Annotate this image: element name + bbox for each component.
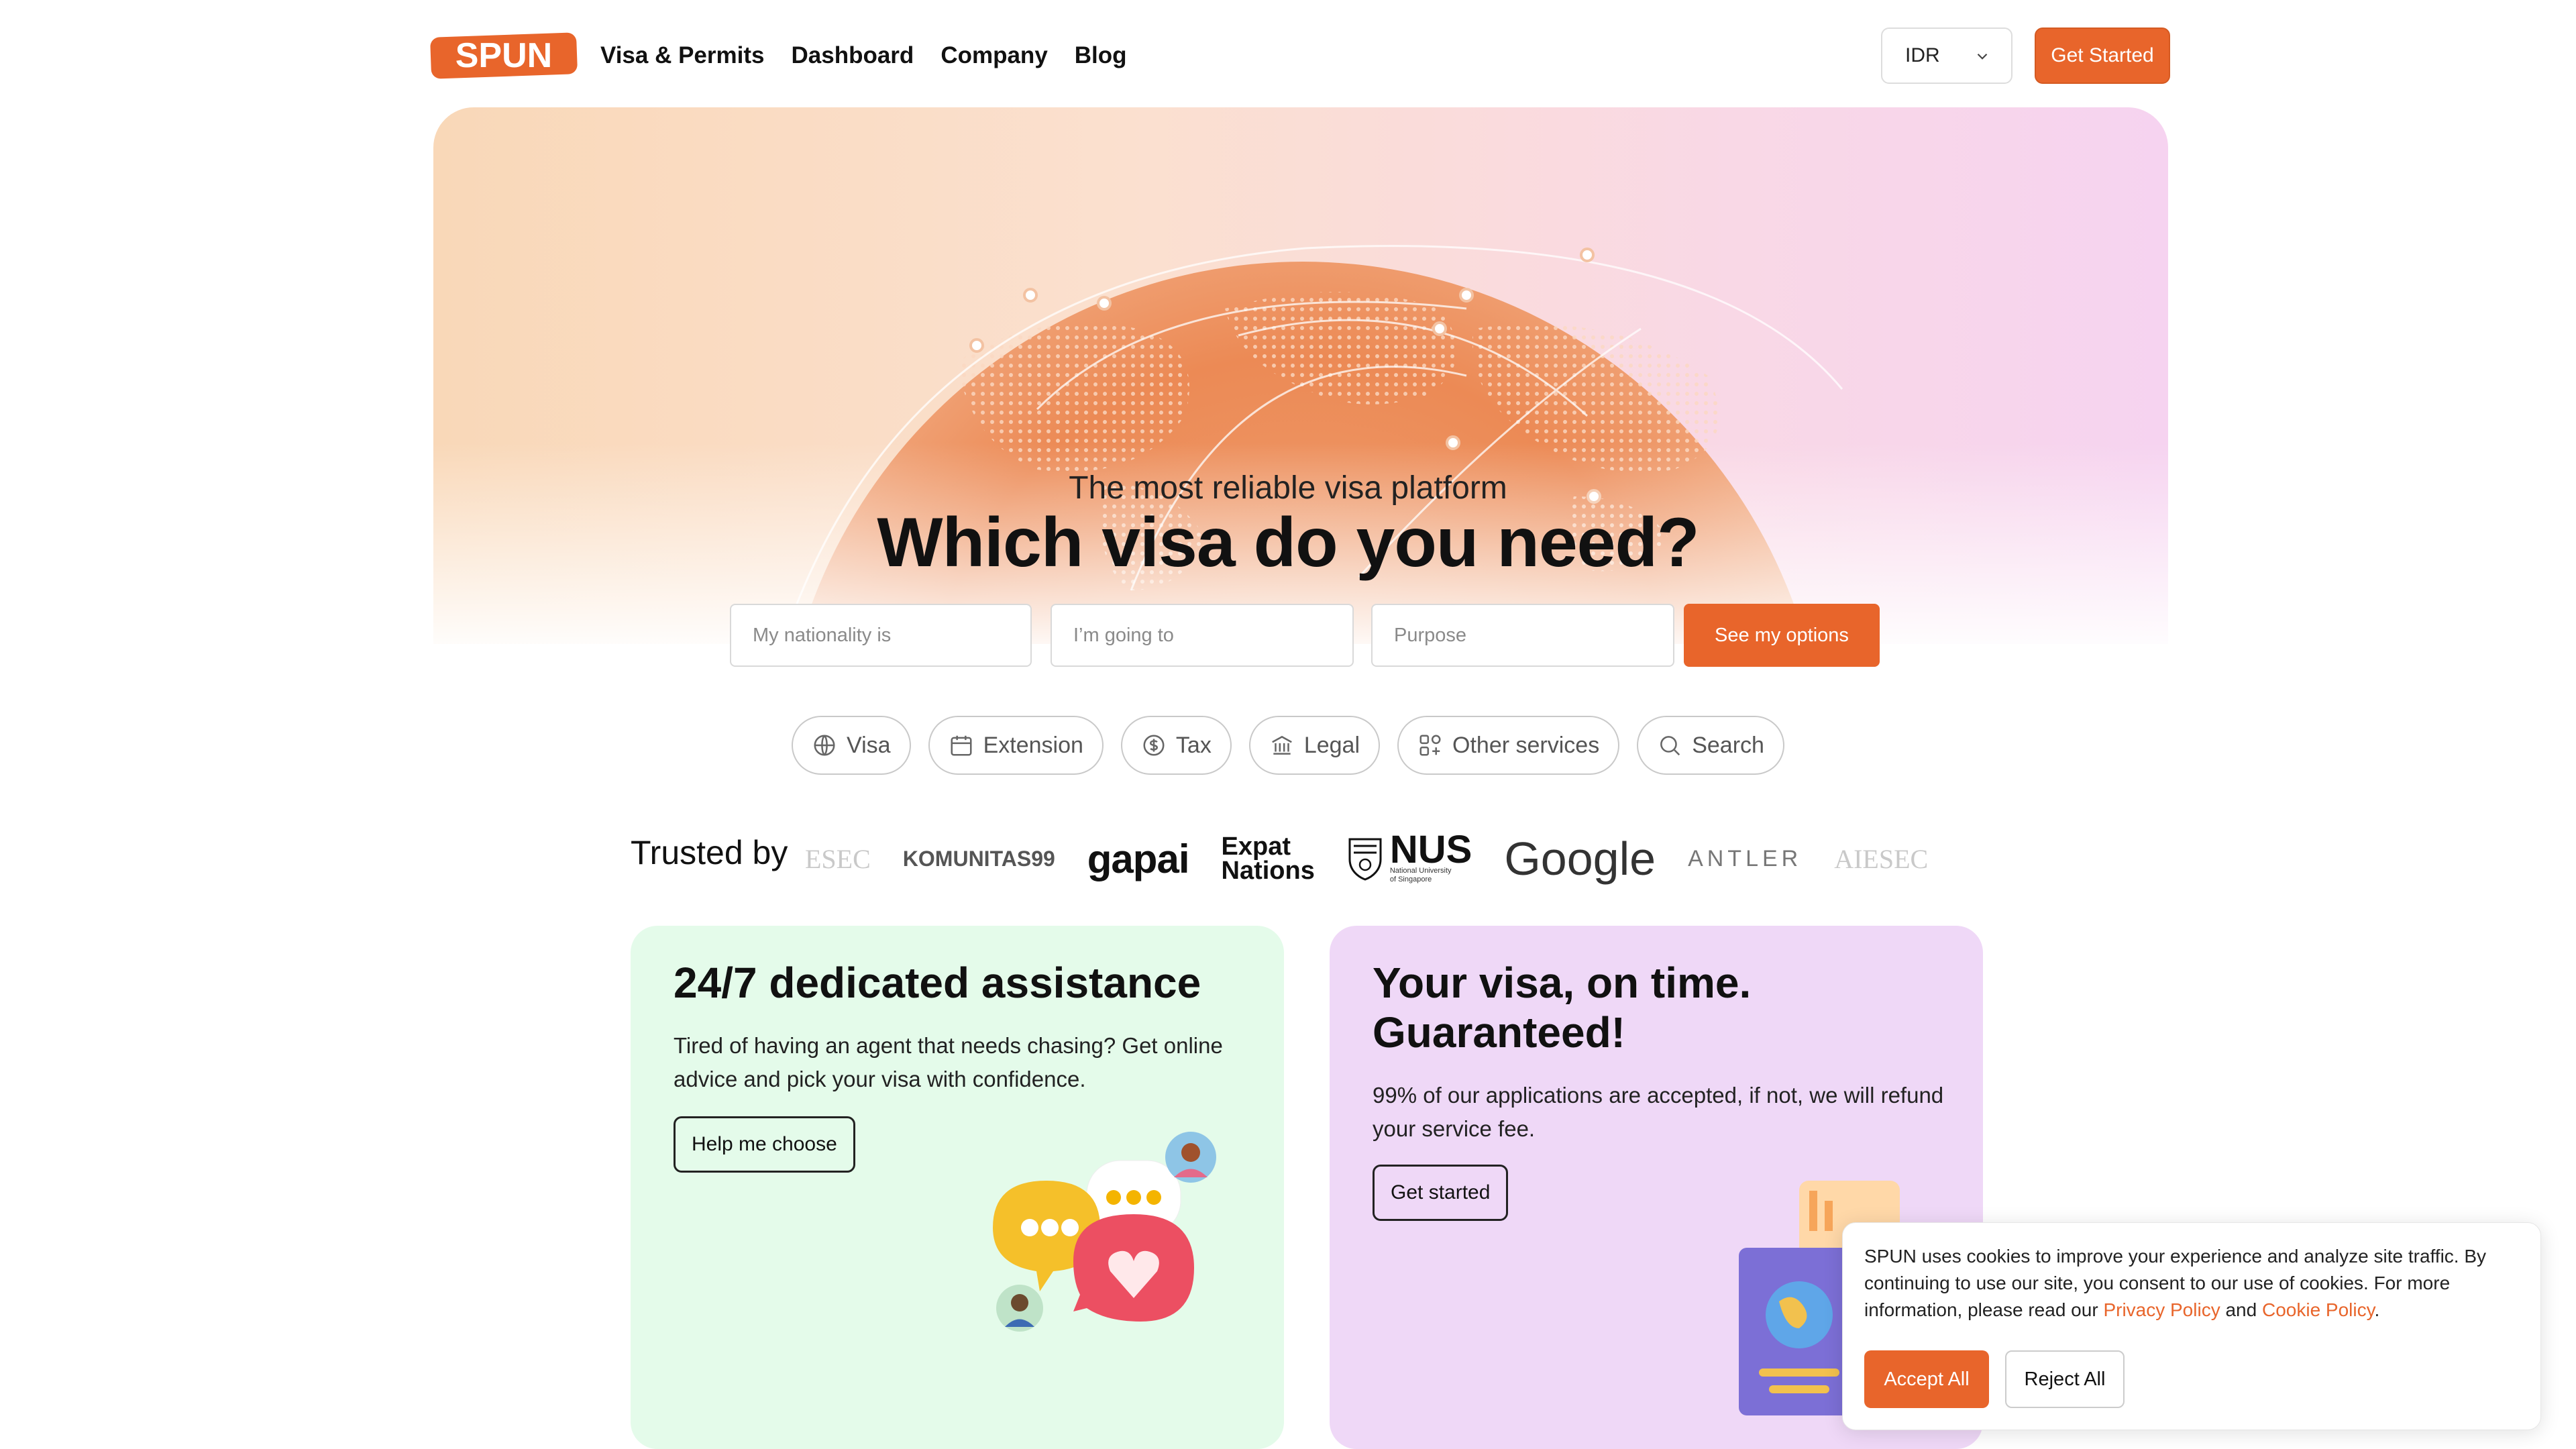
globe-icon: [814, 735, 835, 756]
nav-blog[interactable]: Blog: [1075, 42, 1127, 69]
logo-esec: ESEC: [805, 843, 871, 874]
logo-google: Google: [1504, 833, 1656, 885]
trusted-by-section: Trusted by ESEC KOMUNITAS99 gapai Expat …: [631, 825, 1972, 892]
spun-logo[interactable]: SPUN: [429, 31, 578, 79]
top-nav: SPUN Visa & Permits Dashboard Company Bl…: [429, 25, 2170, 86]
chat-bubbles-illustration: [993, 1132, 1216, 1332]
calendar-icon: [951, 735, 972, 756]
partner-logos: ESEC KOMUNITAS99 gapai Expat Nations NUS…: [805, 825, 1939, 892]
pill-label: Extension: [983, 732, 1083, 758]
cookie-period: .: [2374, 1299, 2380, 1320]
nationality-input[interactable]: [751, 623, 1030, 647]
nav-visa-permits[interactable]: Visa & Permits: [600, 42, 765, 69]
nationality-field[interactable]: [730, 604, 1032, 667]
pill-label: Search: [1692, 732, 1764, 758]
pill-label: Other services: [1452, 732, 1600, 758]
hero-subtitle: The most reliable visa platform: [1069, 470, 1507, 506]
grid-icon: [1419, 735, 1441, 756]
nus-text: NUS: [1389, 828, 1472, 871]
pill-legal[interactable]: Legal: [1248, 716, 1381, 775]
get-started-button[interactable]: Get Started: [2035, 28, 2170, 84]
get-started-card-button[interactable]: Get started: [1373, 1165, 1509, 1221]
logo-antler: ANTLER: [1688, 845, 1803, 871]
cookie-policy-link[interactable]: Cookie Policy: [2262, 1299, 2375, 1320]
see-options-button[interactable]: See my options: [1684, 604, 1880, 667]
pill-label: Visa: [847, 732, 891, 758]
chevron-down-icon: [1977, 53, 1988, 60]
logo-komunitas99: KOMUNITAS99: [902, 846, 1055, 871]
logo-text: SPUN: [455, 36, 552, 75]
currency-select[interactable]: IDR: [1881, 28, 2012, 84]
logo-gapai: gapai: [1087, 836, 1190, 881]
pill-label: Legal: [1303, 732, 1360, 758]
assistance-card: 24/7 dedicated assistance Tired of havin…: [631, 926, 1284, 1449]
pill-visa[interactable]: Visa: [792, 716, 911, 775]
cookie-banner: SPUN uses cookies to improve your experi…: [1842, 1222, 2541, 1430]
pill-label: Tax: [1175, 732, 1212, 758]
search-icon: [1660, 736, 1680, 756]
guarantee-title-line1: Your visa, on time.: [1373, 959, 1752, 1007]
cookie-and: and: [2220, 1299, 2262, 1320]
trusted-label: Trusted by: [631, 834, 788, 871]
purpose-input[interactable]: [1393, 623, 1673, 647]
privacy-policy-link[interactable]: Privacy Policy: [2103, 1299, 2220, 1320]
expat-line2: Nations: [1221, 857, 1315, 885]
service-pills: Visa Extension Tax Legal Other services …: [0, 716, 2576, 775]
nav-links: Visa & Permits Dashboard Company Blog: [600, 25, 1127, 86]
nus-crest-icon: [1348, 838, 1382, 881]
purpose-field[interactable]: [1371, 604, 1674, 667]
guarantee-title: Your visa, on time. Guaranteed!: [1373, 958, 1751, 1057]
logo-nus: NUS National University of Singapore: [1347, 828, 1472, 884]
pill-extension[interactable]: Extension: [928, 716, 1104, 775]
nav-dashboard[interactable]: Dashboard: [792, 42, 914, 69]
destination-input[interactable]: [1072, 623, 1352, 647]
guarantee-title-line2: Guaranteed!: [1373, 1008, 1625, 1057]
dollar-icon: [1143, 735, 1165, 756]
pill-tax[interactable]: Tax: [1120, 716, 1232, 775]
pill-other-services[interactable]: Other services: [1397, 716, 1620, 775]
nav-company[interactable]: Company: [941, 42, 1047, 69]
logo-aiesec: AIESEC: [1834, 843, 1929, 874]
cookie-message: SPUN uses cookies to improve your experi…: [1864, 1243, 2522, 1324]
help-me-choose-button[interactable]: Help me choose: [674, 1116, 855, 1173]
assistance-title: 24/7 dedicated assistance: [674, 959, 1201, 1007]
assistance-text: Tired of having an agent that needs chas…: [674, 1033, 1223, 1091]
logo-expat-nations: Expat Nations: [1221, 833, 1315, 885]
reject-all-button[interactable]: Reject All: [2005, 1350, 2125, 1408]
pill-search[interactable]: Search: [1637, 716, 1784, 775]
bank-icon: [1271, 735, 1292, 755]
destination-field[interactable]: [1051, 604, 1354, 667]
expat-line1: Expat: [1221, 833, 1291, 861]
guarantee-text: 99% of our applications are accepted, if…: [1373, 1083, 1944, 1141]
nus-sub2: of Singapore: [1389, 875, 1432, 883]
hero-title: Which visa do you need?: [877, 504, 1699, 582]
currency-value: IDR: [1905, 44, 1940, 66]
accept-all-button[interactable]: Accept All: [1864, 1350, 1989, 1408]
